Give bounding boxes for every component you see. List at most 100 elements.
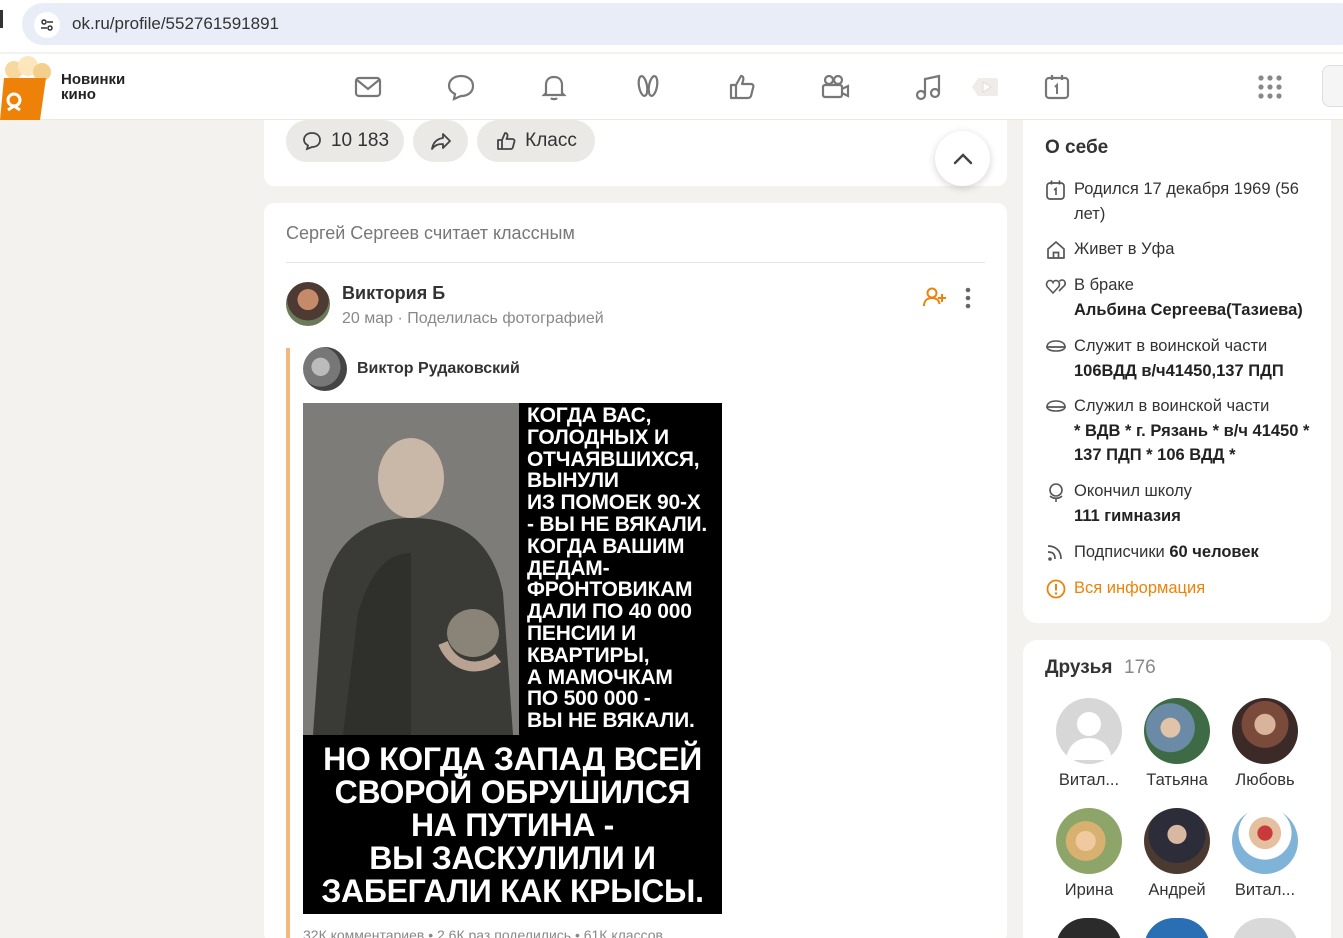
married-text: В браке Альбина Сергеева(Тазиева) — [1074, 273, 1324, 322]
music-icon[interactable] — [911, 70, 945, 104]
friend-name: Любовь — [1235, 771, 1295, 789]
bell-icon[interactable] — [537, 70, 571, 104]
video-camera-icon[interactable] — [818, 70, 852, 104]
original-author-name[interactable]: Виктор Рудаковский — [357, 360, 520, 378]
original-author-avatar[interactable] — [303, 347, 347, 391]
military-cap-icon — [1046, 340, 1066, 352]
subscribers-label: Подписчики — [1074, 543, 1165, 561]
subscribers-text: Подписчики 60 человек — [1074, 540, 1324, 565]
share-button[interactable] — [413, 120, 468, 162]
popcorn-icon — [0, 56, 51, 120]
friend-item[interactable]: Витал... — [1223, 808, 1307, 900]
birthday-text: Родился 17 декабря 1969 (56 лет) — [1074, 180, 1299, 223]
site-settings-icon[interactable] — [34, 12, 60, 38]
spouse-link[interactable]: Альбина Сергеева(Тазиева) — [1074, 301, 1303, 319]
hearts-icon — [1045, 279, 1066, 295]
browser-bar: ok.ru/profile/552761591891 — [0, 0, 1343, 52]
post-author-name[interactable]: Виктория Б — [342, 283, 445, 304]
post-action-text: Поделилась фотографией — [407, 310, 604, 327]
friends-title[interactable]: Друзья — [1045, 657, 1112, 679]
photo-person — [303, 403, 519, 735]
avatar — [1232, 698, 1298, 764]
all-info-text[interactable]: Вся информация — [1074, 576, 1324, 601]
globe-icon — [1049, 483, 1063, 502]
friend-item[interactable]: Витал... — [1047, 698, 1131, 790]
repost-indicator — [286, 348, 290, 938]
friend-item[interactable]: Татьяна — [1135, 698, 1219, 790]
serves-label: Служит в воинской части — [1074, 337, 1268, 355]
married-label: В браке — [1074, 276, 1134, 294]
lives-text: Живет в Уфа — [1074, 240, 1175, 258]
rss-icon — [1047, 545, 1062, 561]
friend-name: Витал... — [1058, 771, 1120, 789]
mail-icon[interactable] — [351, 70, 385, 104]
chevron-up-icon — [953, 152, 972, 164]
served-text: Служил в воинской части * ВДВ * г. Рязан… — [1074, 394, 1324, 468]
info-school: Окончил школу 111 гимназия — [1045, 479, 1325, 529]
more-options-icon[interactable] — [958, 285, 978, 311]
meta-separator: · — [397, 310, 403, 327]
profile-menu-button[interactable] — [1322, 65, 1343, 107]
friends-card: Друзья 176 Витал... Татьяна Любовь Ирина… — [1023, 640, 1331, 938]
avatar — [1056, 808, 1122, 874]
avatar[interactable] — [1056, 918, 1122, 938]
avatar[interactable] — [286, 282, 330, 326]
movies-promo[interactable]: Новинки кино — [0, 54, 140, 120]
guests-icon[interactable] — [631, 70, 665, 104]
friend-item[interactable]: Любовь — [1223, 698, 1307, 790]
info-served: Служил в воинской части * ВДВ * г. Рязан… — [1045, 394, 1325, 468]
served-value[interactable]: * ВДВ * г. Рязань * в/ч 41450 * 137 ПДП … — [1074, 422, 1309, 465]
like-icon[interactable] — [725, 70, 759, 104]
all-info-link[interactable]: Вся информация — [1045, 576, 1325, 602]
info-birthday: Родился 17 декабря 1969 (56 лет) — [1045, 177, 1325, 227]
serves-text: Служит в воинской части 106ВДД в/ч41450,… — [1074, 334, 1324, 383]
calendar-icon[interactable] — [1040, 70, 1074, 104]
post-stats: 32К комментариев • 2,6К раз поделились •… — [303, 927, 663, 938]
add-friend-icon[interactable] — [922, 284, 948, 310]
site-header: Новинки кино — [0, 54, 1343, 120]
like-icon — [497, 132, 516, 150]
comments-button[interactable]: 10 183 — [286, 120, 404, 162]
class-button[interactable]: Класс — [477, 120, 595, 162]
school-label: Окончил школу — [1074, 482, 1192, 500]
serves-value[interactable]: 106ВДД в/ч41450,137 ПДП — [1074, 362, 1284, 380]
school-text: Окончил школу 111 гимназия — [1074, 479, 1324, 528]
class-label: Класс — [525, 130, 577, 151]
info-subscribers[interactable]: Подписчики 60 человек — [1045, 540, 1325, 566]
chat-icon[interactable] — [444, 70, 478, 104]
avatar[interactable] — [1144, 918, 1210, 938]
feed-post: Сергей Сергеев считает классным Виктория… — [264, 203, 1007, 938]
post-photo[interactable]: КОГДА ВАС, ГОЛОДНЫХ И ОТЧАЯВШИХСЯ, ВЫНУЛ… — [303, 403, 722, 914]
friend-item[interactable]: Андрей — [1135, 808, 1219, 900]
post-date[interactable]: 20 мар — [342, 310, 393, 327]
previous-post-footer: 10 183 Класс — [264, 120, 1007, 186]
url-text[interactable]: ok.ru/profile/552761591891 — [72, 14, 279, 34]
divider — [286, 262, 985, 263]
avatar — [1144, 808, 1210, 874]
about-card: О себе Родился 17 декабря 1969 (56 лет) … — [1023, 120, 1331, 623]
window-edge — [0, 10, 3, 28]
promo-line-1: Новинки — [61, 71, 126, 88]
calendar-icon — [1046, 180, 1065, 200]
avatar — [1232, 808, 1298, 874]
apps-grid-icon[interactable] — [1253, 70, 1287, 104]
share-icon — [430, 133, 451, 150]
friend-name: Ирина — [1064, 881, 1114, 899]
avatar[interactable] — [1232, 918, 1298, 938]
friend-item[interactable]: Ирина — [1047, 808, 1131, 900]
military-cap-icon — [1046, 400, 1066, 412]
info-icon — [1046, 579, 1066, 599]
home-icon — [1047, 241, 1065, 259]
info-married: В браке Альбина Сергеева(Тазиева) — [1045, 273, 1325, 323]
scroll-to-top-button[interactable] — [935, 131, 990, 186]
image-caption-top: КОГДА ВАС, ГОЛОДНЫХ И ОТЧАЯВШИХСЯ, ВЫНУЛ… — [527, 404, 708, 733]
promo-label: Новинки кино — [61, 72, 125, 102]
friends-count: 176 — [1124, 657, 1156, 678]
post-meta: 20 мар · Поделилась фотографией — [342, 310, 604, 328]
school-value[interactable]: 111 гимназия — [1074, 507, 1181, 525]
image-caption-bottom: НО КОГДА ЗАПАД ВСЕЙ СВОРОЙ ОБРУШИЛСЯ НА … — [321, 741, 704, 909]
play-icon[interactable] — [967, 70, 1003, 104]
served-label: Служил в воинской части — [1074, 397, 1270, 415]
comment-icon — [303, 132, 321, 151]
info-lives: Живет в Уфа — [1045, 237, 1325, 263]
